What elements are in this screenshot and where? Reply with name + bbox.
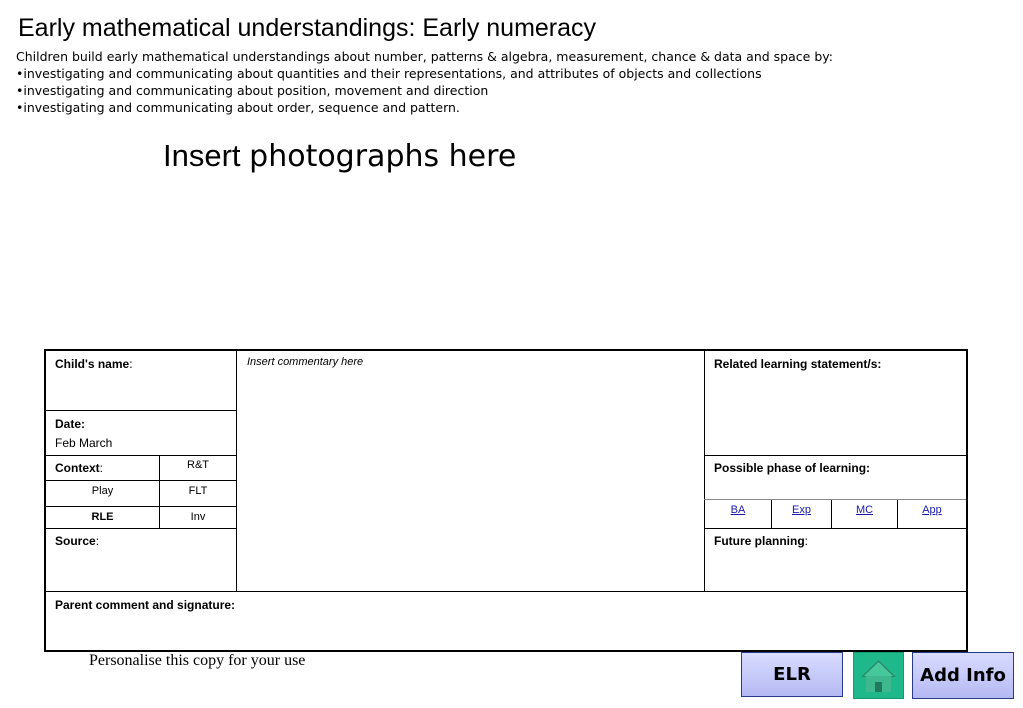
elr-button[interactable]: ELR bbox=[741, 652, 843, 697]
date-label: Date: bbox=[55, 417, 86, 431]
photo-placeholder-word: Insert bbox=[163, 138, 241, 173]
intro-bullet-2: •investigating and communicating about p… bbox=[16, 83, 489, 98]
parent-comment-label[interactable]: Parent comment and signature: bbox=[55, 598, 235, 612]
future-planning-label: Future planning bbox=[714, 534, 805, 548]
intro-bullet-1: •investigating and communicating about q… bbox=[16, 66, 762, 81]
observation-form: Child's name: Date: Feb March Context: R… bbox=[44, 349, 968, 652]
photo-placeholder-text: photographs here bbox=[249, 139, 517, 174]
colon: : bbox=[95, 534, 100, 548]
phase-link-ba[interactable]: BA bbox=[705, 504, 771, 516]
phase-link-exp[interactable]: Exp bbox=[772, 504, 831, 516]
phase-link-app[interactable]: App bbox=[898, 504, 966, 516]
divider bbox=[46, 410, 236, 411]
divider bbox=[46, 528, 236, 529]
divider bbox=[46, 506, 236, 507]
future-planning-field[interactable]: Future planning: bbox=[714, 534, 808, 548]
commentary-field[interactable]: Insert commentary here bbox=[247, 356, 363, 368]
date-value[interactable]: Feb March bbox=[55, 436, 112, 450]
page-title: Early mathematical understandings: Early… bbox=[18, 14, 597, 42]
colon: : bbox=[804, 534, 808, 548]
context-label: Context bbox=[55, 461, 100, 475]
context-option-rle[interactable]: RLE bbox=[46, 511, 159, 523]
home-icon bbox=[861, 660, 896, 692]
context-field: Context: bbox=[55, 461, 103, 475]
child-name-label: Child's name bbox=[55, 357, 130, 371]
photo-placeholder[interactable]: Insert photographs here bbox=[163, 138, 516, 174]
context-option-play[interactable]: Play bbox=[46, 485, 159, 497]
colon: : bbox=[99, 461, 104, 475]
add-info-button[interactable]: Add Info bbox=[912, 652, 1014, 699]
context-option-inv[interactable]: Inv bbox=[160, 511, 236, 523]
divider bbox=[46, 591, 966, 592]
source-label: Source bbox=[55, 534, 96, 548]
divider bbox=[704, 351, 705, 591]
divider bbox=[704, 455, 966, 456]
phase-link-mc[interactable]: MC bbox=[832, 504, 897, 516]
divider bbox=[704, 499, 966, 500]
home-button[interactable] bbox=[853, 652, 904, 699]
colon: : bbox=[129, 357, 133, 371]
divider bbox=[704, 528, 966, 529]
context-option-flt[interactable]: FLT bbox=[160, 485, 236, 497]
intro-text: Children build early mathematical unders… bbox=[16, 49, 833, 64]
divider bbox=[236, 351, 237, 591]
child-name-field[interactable]: Child's name: bbox=[55, 357, 133, 371]
context-option-rt[interactable]: R&T bbox=[160, 459, 236, 471]
divider bbox=[46, 455, 236, 456]
related-learning-label: Related learning statement/s: bbox=[714, 357, 882, 371]
intro-bullet-3: •investigating and communicating about o… bbox=[16, 100, 460, 115]
source-field[interactable]: Source: bbox=[55, 534, 99, 548]
divider bbox=[46, 480, 236, 481]
personalise-note: Personalise this copy for your use bbox=[89, 652, 306, 669]
phase-of-learning-label: Possible phase of learning: bbox=[714, 461, 871, 475]
